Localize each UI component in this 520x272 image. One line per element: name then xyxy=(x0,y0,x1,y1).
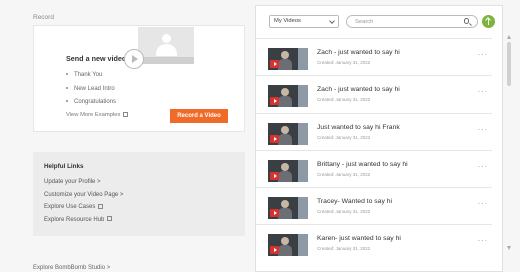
video-list: Zach - just wanted to say hi Created: Ja… xyxy=(256,38,492,262)
record-section-title: Record xyxy=(33,14,54,21)
video-list-item[interactable]: Tracey- Wanted to say hi Created: Januar… xyxy=(256,187,492,224)
more-options-icon[interactable]: ··· xyxy=(478,50,489,59)
helpful-links-card: Helpful Links Update your Profile > Cust… xyxy=(33,152,245,236)
record-card-heading: Send a new video xyxy=(66,54,127,63)
example-item: New Lead Intro xyxy=(66,85,116,99)
video-list-item[interactable]: Zach - just wanted to say hi Created: Ja… xyxy=(256,75,492,112)
chevron-down-icon xyxy=(329,18,335,24)
more-options-icon[interactable]: ··· xyxy=(478,161,489,170)
update-profile-link[interactable]: Update your Profile > xyxy=(44,178,123,191)
scrollbar-thumb[interactable] xyxy=(507,42,511,86)
video-date: Created: January 31, 2022 xyxy=(317,134,371,140)
video-date: Created: January 31, 2022 xyxy=(317,246,371,252)
external-link-icon xyxy=(107,216,113,222)
explore-use-cases-link[interactable]: Explore Use Cases xyxy=(44,203,123,216)
video-title[interactable]: Zach - just wanted to say hi xyxy=(317,86,400,93)
video-list-item[interactable]: Just wanted to say hi Frank Created: Jan… xyxy=(256,112,492,150)
video-list-item[interactable]: Karen- just wanted to say hi Created: Ja… xyxy=(256,224,492,261)
video-list-item[interactable]: Brittany - just wanted to say hi Created… xyxy=(256,149,492,187)
video-date: Created: January 31, 2022 xyxy=(317,97,371,103)
external-link-icon xyxy=(98,203,104,209)
video-title[interactable]: Karen- just wanted to say hi xyxy=(317,235,401,242)
more-options-icon[interactable]: ··· xyxy=(478,236,489,245)
video-thumbnail[interactable] xyxy=(268,234,308,257)
scroll-up-icon[interactable] xyxy=(507,35,511,39)
dashboard-page: Record Send a new video Thank You New Le… xyxy=(0,0,520,272)
video-thumbnail[interactable] xyxy=(268,85,308,108)
helpful-links-heading: Helpful Links xyxy=(44,163,84,170)
explore-studio-link[interactable]: Explore BombBomb Studio > xyxy=(33,265,110,271)
video-title[interactable]: Brittany - just wanted to say hi xyxy=(317,161,408,168)
customize-video-page-link[interactable]: Customize your Video Page > xyxy=(44,191,123,204)
scroll-down-icon[interactable] xyxy=(507,246,511,250)
search-input[interactable] xyxy=(355,16,455,27)
video-thumbnail[interactable] xyxy=(268,122,308,145)
video-thumbnail[interactable] xyxy=(268,197,308,220)
view-more-examples-link[interactable]: View More Examples xyxy=(66,112,129,118)
video-list-item[interactable]: Zach - just wanted to say hi Created: Ja… xyxy=(256,38,492,75)
video-placeholder-illustration xyxy=(138,27,194,64)
video-date: Created: January 31, 2022 xyxy=(317,209,371,215)
videos-panel: My Videos Zach - just wanted to say hi C… xyxy=(255,5,503,272)
video-date: Created: January 31, 2022 xyxy=(317,171,371,177)
example-item: Thank You xyxy=(66,71,116,85)
more-options-icon[interactable]: ··· xyxy=(478,87,489,96)
video-thumbnail[interactable] xyxy=(268,159,308,182)
video-list-scrollbar[interactable] xyxy=(506,35,512,250)
example-list: Thank You New Lead Intro Congratulations xyxy=(66,71,116,112)
record-video-button[interactable]: Record a Video xyxy=(170,109,228,123)
example-item: Congratulations xyxy=(66,98,116,112)
external-link-icon xyxy=(123,112,129,117)
video-title[interactable]: Tracey- Wanted to say hi xyxy=(317,198,392,205)
video-title[interactable]: Zach - just wanted to say hi xyxy=(317,49,400,56)
more-options-icon[interactable]: ··· xyxy=(478,199,489,208)
explore-resource-hub-link[interactable]: Explore Resource Hub xyxy=(44,216,123,229)
upload-button[interactable] xyxy=(482,15,495,28)
more-options-icon[interactable]: ··· xyxy=(478,124,489,133)
video-thumbnail[interactable] xyxy=(268,48,308,70)
search-icon[interactable] xyxy=(463,18,469,24)
video-date: Created: January 31, 2022 xyxy=(317,60,371,65)
video-filter-select[interactable]: My Videos xyxy=(269,15,339,28)
video-title[interactable]: Just wanted to say hi Frank xyxy=(317,124,400,131)
video-search[interactable] xyxy=(346,15,478,28)
play-icon xyxy=(124,49,144,69)
